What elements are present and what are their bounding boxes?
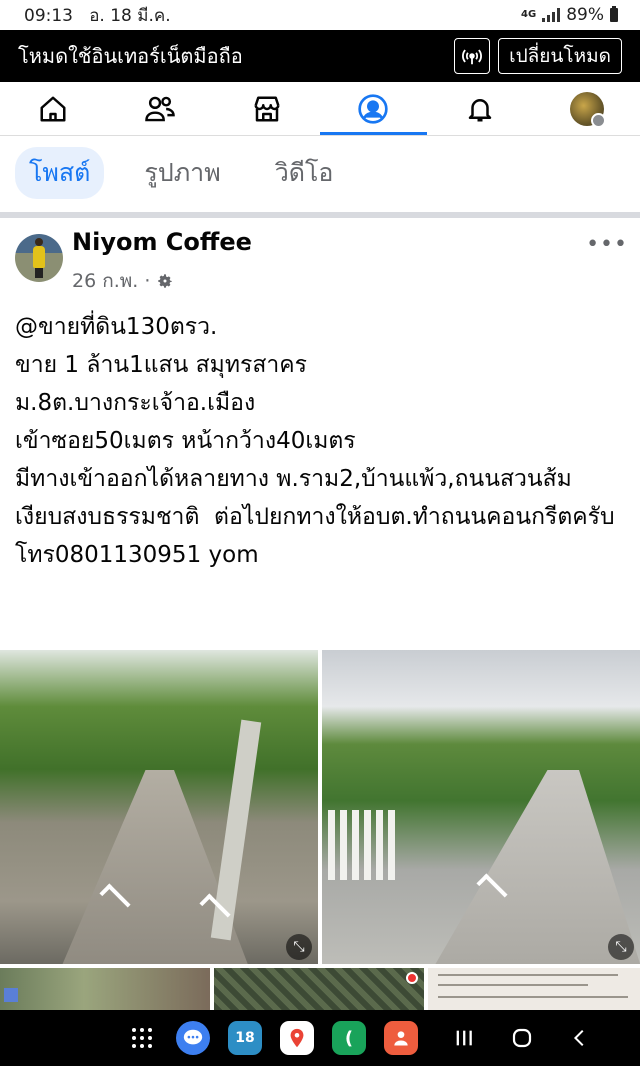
friends-icon [145,96,175,121]
line-icon[interactable]: ( [332,1021,366,1055]
doc-line [438,974,618,976]
status-left: 09:13 อ. 18 มี.ค. [24,2,171,29]
status-bar: 09:13 อ. 18 มี.ค. 4G 89% [0,0,640,30]
status-time: 09:13 [24,5,73,26]
menu-badge-icon [590,112,606,128]
post-line: ขาย 1 ล้าน1แสน สมุทรสาคร [15,352,308,378]
signal-icon [542,8,561,22]
data-mode-icon[interactable] [454,38,491,74]
post-photo-3[interactable] [0,968,210,1010]
home-icon [40,96,66,121]
nav-profile[interactable] [320,82,427,135]
paved-road [432,770,640,964]
filter-videos[interactable]: วิดีโอ [261,147,348,199]
marketplace-icon [254,96,280,121]
doc-line [438,996,628,998]
account-avatar [569,91,606,128]
app-drawer-icon[interactable] [122,1026,162,1050]
banner-actions: เปลี่ยนโหมด [454,38,622,74]
profile-icon [358,93,389,124]
top-nav [0,82,640,136]
status-date: อ. 18 มี.ค. [89,5,171,26]
switch-mode-button[interactable]: เปลี่ยนโหมด [498,38,622,74]
nav-marketplace[interactable] [213,82,320,135]
calendar-icon[interactable]: 18 [228,1021,262,1055]
post-meta: 26 ก.พ. · [72,266,174,296]
contacts-icon[interactable] [384,1021,418,1055]
post-line: โทร0801130951 yom [15,542,259,568]
doc-line [438,984,588,986]
post-line: ม.8ต.บางกระเจ้าอ.เมือง [15,390,256,416]
post-text: @ขายที่ดิน130ตรว. ขาย 1 ล้าน1แสน สมุทรสา… [15,308,630,574]
post-date[interactable]: 26 ก.พ. [72,266,138,296]
post-line: เงียบสงบธรรมชาติ ต่อไปยกทางให้อบต.ทำถนนค… [15,504,615,530]
line-glyph-icon: ( [344,1027,354,1049]
back-icon[interactable] [560,1027,600,1049]
map-marker-icon [4,988,18,1002]
profile-filters: โพสต์ รูปภาพ วิดีโอ [0,136,640,210]
filter-posts[interactable]: โพสต์ [15,147,105,199]
battery-percent: 89% [566,5,604,25]
post-line: เข้าซอย50เมตร หน้ากว้าง40เมตร [15,428,356,454]
post-photo-4[interactable] [214,968,424,1010]
calendar-day: 18 [235,1030,255,1046]
privacy-gear-icon [158,274,173,288]
battery-icon [610,6,618,22]
meta-separator: · [144,270,151,292]
white-fence [328,810,398,880]
mobile-data-banner: โหมดใช้อินเทอร์เน็ตมือถือ เปลี่ยนโหมด [0,30,640,82]
maps-icon[interactable] [280,1021,314,1055]
expand-icon[interactable]: ⤡ [286,934,312,960]
home-button-icon[interactable] [502,1026,542,1050]
nav-friends[interactable] [107,82,214,135]
post-header: Niyom Coffee 26 ก.พ. · ••• [0,218,640,298]
author-avatar[interactable] [15,234,63,282]
recents-icon[interactable] [444,1027,484,1049]
bell-icon [468,98,492,121]
expand-icon[interactable]: ⤡ [608,934,634,960]
more-options-icon[interactable]: ••• [586,232,628,257]
banner-title: โหมดใช้อินเทอร์เน็ตมือถือ [18,44,243,68]
post-line: มีทางเข้าออกได้หลายทาง พ.ราม2,บ้านแพ้ว,ถ… [15,466,572,492]
post-photo-1[interactable]: ⤡ [0,650,318,964]
status-right: 4G 89% [521,5,618,25]
nav-home[interactable] [0,82,107,135]
map-pin-icon [406,972,418,984]
post-photo-5[interactable] [428,968,640,1010]
nav-notifications[interactable] [427,82,534,135]
nav-menu[interactable] [533,82,640,135]
network-type-icon: 4G [521,9,537,20]
post-author[interactable]: Niyom Coffee [72,228,252,256]
filter-photos[interactable]: รูปภาพ [130,147,234,199]
post-line: @ขายที่ดิน130ตรว. [15,314,218,340]
messages-icon[interactable] [176,1021,210,1055]
system-nav-bar: 18 ( [0,1010,640,1066]
post-photo-2[interactable]: ⤡ [322,650,640,964]
